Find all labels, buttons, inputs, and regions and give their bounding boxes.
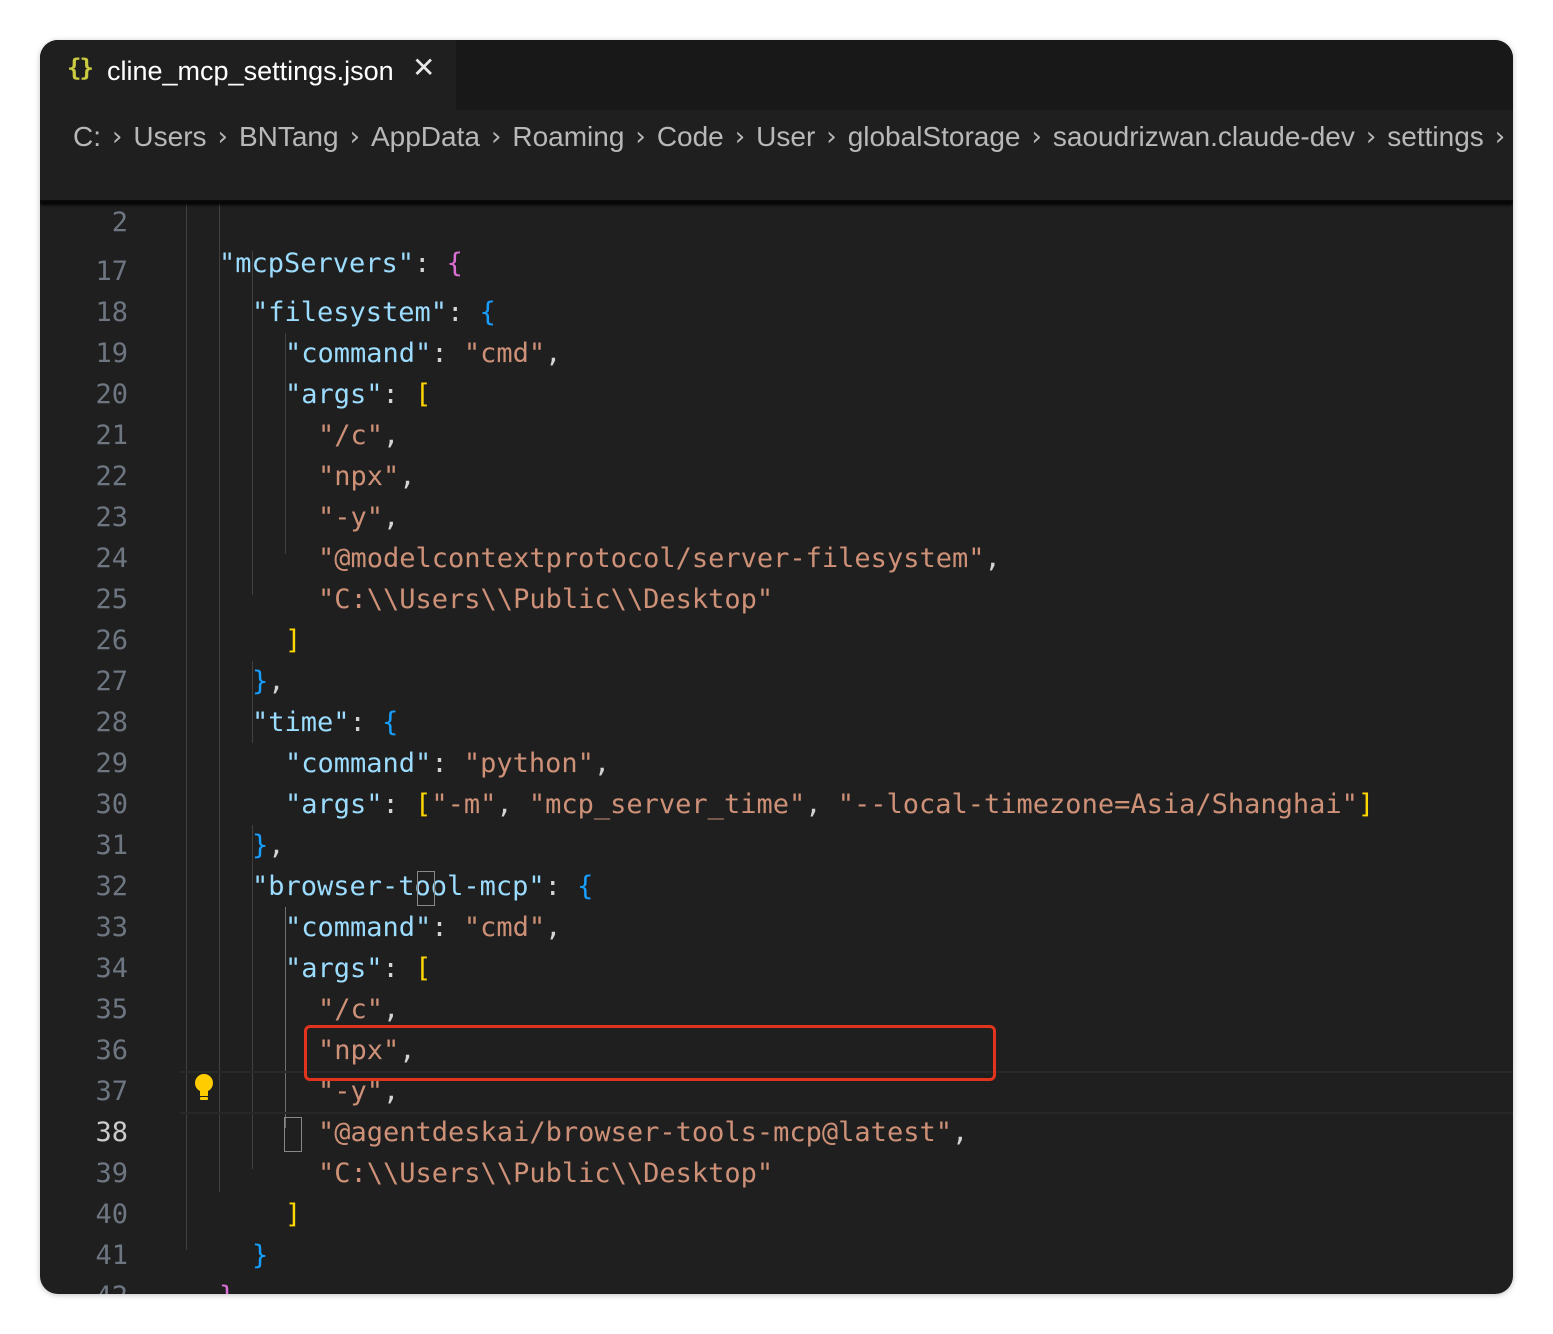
code-line: 22 "-y",: [40, 415, 1513, 533]
code-editor[interactable]: 17 "filesystem": { 18 "command": "cmd", …: [40, 40, 1513, 1294]
annotation-highlight-box: [304, 1025, 996, 1081]
code-line: 34 "/c",: [40, 907, 1513, 1025]
code-line: 28 "command": "python",: [40, 661, 1513, 779]
code-line: 21 "npx",: [40, 374, 1513, 492]
lightbulb-icon[interactable]: [192, 1072, 216, 1104]
code-line: 30 },: [40, 743, 1513, 861]
code-line: 25 ]: [40, 538, 1513, 656]
code-line: 35 "npx",: [40, 948, 1513, 1066]
code-line: 27 "time": {: [40, 620, 1513, 738]
code-line: 36 "-y",: [40, 989, 1513, 1107]
bracket-match-box: [417, 871, 435, 906]
line-number: 2: [111, 207, 128, 238]
editor-window: {} cline_mcp_settings.json ✕ C: › Users › …: [40, 40, 1513, 1294]
code-line: 26 },: [40, 579, 1513, 697]
code-line: 32 "command": "cmd",: [40, 825, 1513, 943]
code-line: 29 "args": ["-m", "mcp_server_time", "--…: [40, 702, 1513, 820]
code-line: 39 ]: [40, 1112, 1513, 1230]
code-line: 19 "args": [: [40, 292, 1513, 410]
code-line: 20 "/c",: [40, 333, 1513, 451]
line-number: 42: [40, 1276, 128, 1294]
code-line: 42 }: [40, 1235, 1513, 1294]
code-line: 33 "args": [: [40, 866, 1513, 984]
sticky-line: 2 "mcpServers": {: [40, 161, 1513, 279]
bracket-match-box: [284, 1117, 302, 1152]
code-line: 24 "C:\\Users\\Public\\Desktop": [40, 497, 1513, 615]
sticky-scroll-header[interactable]: 2 "mcpServers": {: [40, 161, 1513, 279]
json-key: "mcpServers": [219, 248, 415, 279]
code-line: 23 "@modelcontextprotocol/server-filesys…: [40, 456, 1513, 574]
code-line: 41 }: [40, 1194, 1513, 1294]
code-line: 40 }: [40, 1153, 1513, 1271]
code-line: 31 "browser-tool-mcp": {: [40, 784, 1513, 902]
